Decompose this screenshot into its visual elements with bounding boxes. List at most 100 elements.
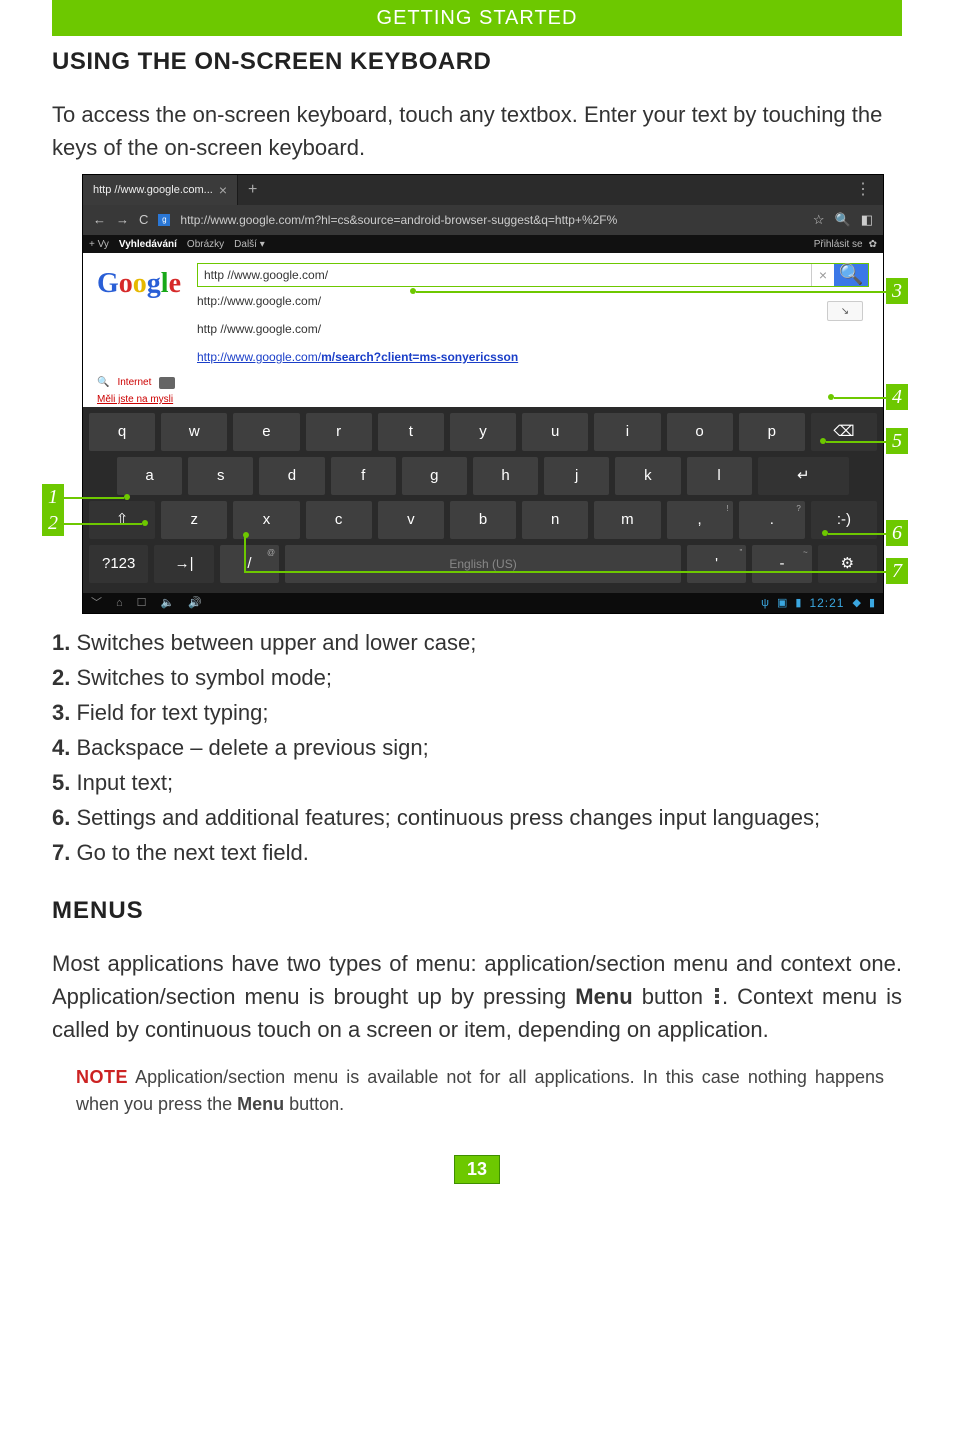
callout-line-5 <box>826 441 886 443</box>
key-s[interactable]: s <box>188 457 253 495</box>
suggestion-2[interactable]: http //www.google.com/ <box>197 315 869 343</box>
key-apostrophe[interactable]: ' <box>687 545 746 583</box>
subnav-search[interactable]: Vyhledávání <box>119 237 177 252</box>
key-i[interactable]: i <box>594 413 660 451</box>
search-button[interactable]: 🔍 <box>834 264 868 286</box>
gear-icon[interactable]: ✿ <box>869 237 877 252</box>
intro-text: To access the on-screen keyboard, touch … <box>52 98 902 164</box>
key-p[interactable]: p <box>739 413 805 451</box>
key-t[interactable]: t <box>378 413 444 451</box>
mic-button[interactable]: ↘ <box>827 301 863 321</box>
screenshot-figure: 1 2 3 4 5 6 7 http //www.google.com... ×… <box>52 174 902 614</box>
key-n[interactable]: n <box>522 501 588 539</box>
menu-icon <box>712 986 722 1006</box>
key-e[interactable]: e <box>233 413 299 451</box>
callout-1: 1 <box>42 484 64 510</box>
subnav-signin[interactable]: Přihlásit se <box>814 237 863 252</box>
legend-7: 7. Go to the next text field. <box>52 836 902 869</box>
key-slash[interactable]: / <box>220 545 279 583</box>
key-a[interactable]: a <box>117 457 182 495</box>
heading-keyboard: USING THE ON-SCREEN KEYBOARD <box>52 44 902 80</box>
key-g[interactable]: g <box>402 457 467 495</box>
legend-6: 6. Settings and additional features; con… <box>52 801 902 834</box>
key-u[interactable]: u <box>522 413 588 451</box>
subnav-images[interactable]: Obrázky <box>187 237 224 252</box>
browser-tab[interactable]: http //www.google.com... × <box>83 175 238 205</box>
suggestion-3[interactable]: http://www.google.com/m/search?client=ms… <box>197 343 869 371</box>
legend-1: 1. Switches between upper and lower case… <box>52 626 902 659</box>
heading-menus: MENUS <box>52 893 902 929</box>
key-r[interactable]: r <box>306 413 372 451</box>
key-m[interactable]: m <box>594 501 660 539</box>
search-icon[interactable]: 🔍 <box>835 210 851 230</box>
camera-icon[interactable] <box>159 377 175 389</box>
key-enter[interactable]: ↵ <box>758 457 849 495</box>
key-comma[interactable]: , <box>667 501 733 539</box>
callout-4: 4 <box>886 384 908 410</box>
close-icon[interactable]: × <box>219 180 227 201</box>
forward-icon[interactable]: → <box>116 210 129 230</box>
key-c[interactable]: c <box>306 501 372 539</box>
key-k[interactable]: k <box>615 457 680 495</box>
callout-line-2 <box>64 523 142 525</box>
new-tab-button[interactable]: + <box>238 178 267 202</box>
clear-icon[interactable]: × <box>812 264 834 286</box>
subnav-vy[interactable]: + Vy <box>89 237 109 252</box>
callout-dot-1 <box>124 494 130 500</box>
callout-dot-7 <box>243 532 249 538</box>
key-space[interactable]: English (US) <box>285 545 681 583</box>
sys-recent-icon[interactable]: ☐ <box>137 595 147 612</box>
key-o[interactable]: o <box>667 413 733 451</box>
search-input[interactable]: http //www.google.com/ <box>198 264 812 286</box>
internet-label: Internet <box>117 375 151 390</box>
key-z[interactable]: z <box>161 501 227 539</box>
internet-icon: 🔍 <box>97 375 109 390</box>
google-logo: Google <box>97 263 181 305</box>
key-period[interactable]: . <box>739 501 805 539</box>
key-f[interactable]: f <box>331 457 396 495</box>
url-text[interactable]: http://www.google.com/m?hl=cs&source=and… <box>180 211 802 229</box>
subnav-more[interactable]: Další ▾ <box>234 237 265 252</box>
sys-dl-icon: ▣ <box>777 595 787 612</box>
callout-dot-6 <box>822 530 828 536</box>
did-you-mean[interactable]: Měli jste na mysli <box>97 392 869 407</box>
key-settings[interactable]: ⚙ <box>818 545 877 583</box>
key-h[interactable]: h <box>473 457 538 495</box>
key-l[interactable]: l <box>687 457 752 495</box>
sys-hide-icon[interactable]: ﹀ <box>91 595 102 612</box>
sys-vol-icon[interactable]: 🔈 <box>161 595 175 612</box>
reload-icon[interactable]: C <box>139 210 148 230</box>
key-b[interactable]: b <box>450 501 516 539</box>
sys-home-icon[interactable]: ⌂ <box>116 595 123 612</box>
callout-2: 2 <box>42 510 64 536</box>
callout-line-4 <box>834 397 886 399</box>
callout-5: 5 <box>886 428 908 454</box>
back-icon[interactable]: ← <box>93 210 106 230</box>
key-v[interactable]: v <box>378 501 444 539</box>
key-next-field[interactable]: →| <box>154 545 213 583</box>
sys-wifi-icon: ◆ <box>852 595 860 612</box>
key-symbols[interactable]: ?123 <box>89 545 148 583</box>
menus-paragraph: Most applications have two types of menu… <box>52 947 902 1046</box>
callout-line-7h <box>246 571 886 573</box>
google-search-box: http //www.google.com/ × 🔍 <box>197 263 869 287</box>
key-d[interactable]: d <box>259 457 324 495</box>
note-block: NOTE Application/section menu is availab… <box>52 1064 902 1118</box>
callout-line-6 <box>828 533 886 535</box>
callout-line-1 <box>64 497 124 499</box>
tab-menu-icon[interactable]: ⋮ <box>843 178 883 202</box>
sys-vol2-icon[interactable]: 🔊 <box>188 595 202 612</box>
key-y[interactable]: y <box>450 413 516 451</box>
legend-3: 3. Field for text typing; <box>52 696 902 729</box>
tab-title: http //www.google.com... <box>93 182 213 199</box>
callout-dot-4 <box>828 394 834 400</box>
bookmark-icon[interactable]: ◧ <box>861 210 873 230</box>
key-dash[interactable]: - <box>752 545 811 583</box>
sys-usb-icon: ψ <box>761 595 769 612</box>
key-w[interactable]: w <box>161 413 227 451</box>
browser-urlbar: ← → C g http://www.google.com/m?hl=cs&so… <box>83 205 883 235</box>
key-q[interactable]: q <box>89 413 155 451</box>
key-backspace[interactable]: ⌫ <box>811 413 877 451</box>
star-icon[interactable]: ☆ <box>813 210 825 230</box>
key-j[interactable]: j <box>544 457 609 495</box>
